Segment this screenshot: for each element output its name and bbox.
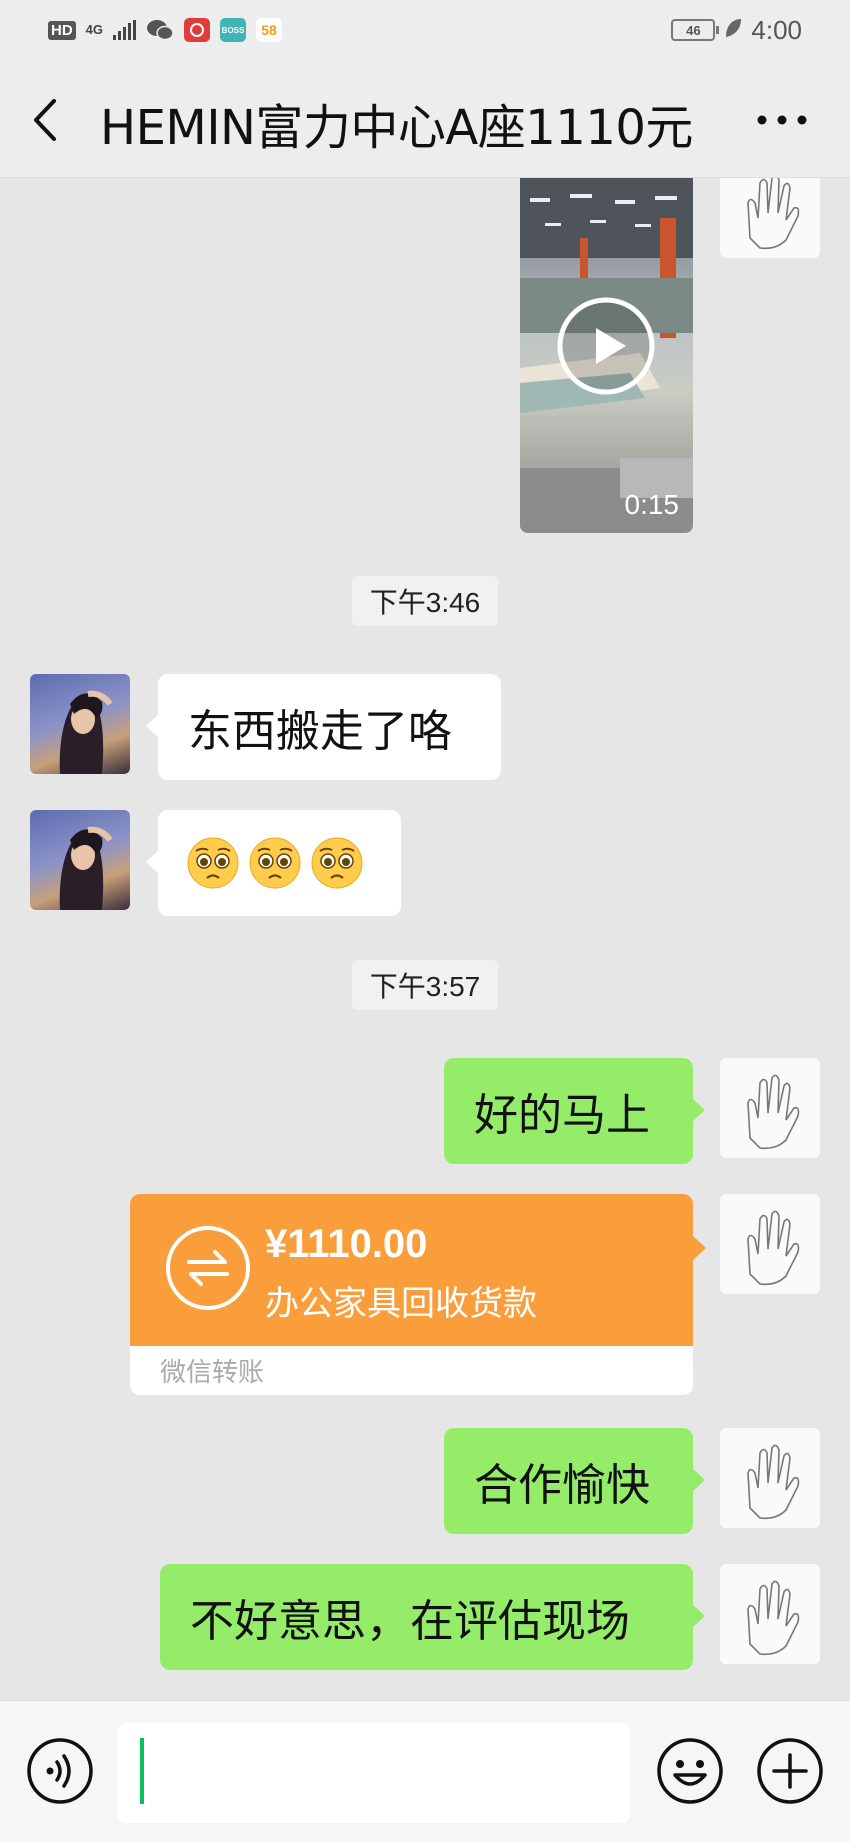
- message-bubble-incoming[interactable]: [146, 810, 401, 916]
- timestamp: 下午3:57: [352, 960, 498, 1010]
- avatar-self[interactable]: [720, 1564, 820, 1664]
- contact-photo: [59, 690, 113, 774]
- more-button[interactable]: [756, 110, 808, 130]
- battery-level: 46: [686, 22, 701, 38]
- transfer-bubble-tail: [693, 1236, 706, 1260]
- message-bubble-incoming[interactable]: 东西搬走了咯: [146, 674, 501, 780]
- hand-drawing-avatar: [747, 1210, 800, 1286]
- emoji-button[interactable]: [656, 1737, 724, 1805]
- message-text: 合作愉快: [474, 1460, 650, 1511]
- leaf-icon: [723, 17, 743, 43]
- play-icon[interactable]: [556, 296, 656, 396]
- pleading-face-emoji: [311, 837, 363, 889]
- chat-messages[interactable]: 0:15 下午3:46 东西搬走了咯 下午3:57 好的马上 ¥1110.00 …: [0, 178, 850, 1700]
- video-message[interactable]: 0:15: [520, 178, 693, 533]
- chat-title: HEMIN富力中心A座1110元: [100, 100, 693, 156]
- pleading-face-emoji: [187, 837, 239, 889]
- hd-indicator: HD: [48, 20, 76, 40]
- transfer-description: 办公家具回收货款: [265, 1284, 537, 1324]
- avatar-self[interactable]: [720, 1428, 820, 1528]
- message-input-bar: [0, 1700, 850, 1842]
- avatar-self[interactable]: [720, 1194, 820, 1294]
- message-text: 东西搬走了咯: [188, 706, 452, 757]
- message-bubble-outgoing[interactable]: 好的马上: [444, 1058, 705, 1164]
- text-cursor: [140, 1738, 144, 1804]
- transfer-amount: ¥1110.00: [265, 1222, 428, 1266]
- hand-drawing-avatar: [747, 1074, 800, 1150]
- more-dots-icon: [757, 115, 807, 125]
- avatar-contact[interactable]: [30, 674, 130, 774]
- voice-input-button[interactable]: [26, 1737, 94, 1805]
- chevron-left-icon: [34, 99, 56, 141]
- pleading-face-emoji: [249, 837, 301, 889]
- status-left: HD 4G BOSS 58: [48, 18, 283, 42]
- smiley-icon: [657, 1738, 723, 1804]
- hand-drawing-avatar: [747, 1580, 800, 1656]
- 58-icon: 58: [256, 18, 283, 42]
- network-type: 4G: [85, 22, 104, 37]
- avatar-self[interactable]: [720, 1058, 820, 1158]
- transfer-card[interactable]: ¥1110.00 办公家具回收货款 微信转账: [130, 1194, 693, 1395]
- signal-strength-icon: [113, 20, 137, 40]
- hand-drawing-avatar: [747, 1444, 800, 1520]
- transfer-source-label: 微信转账: [160, 1358, 265, 1388]
- hand-drawing-avatar: [747, 178, 800, 250]
- battery-icon: 46: [671, 19, 720, 41]
- transfer-arrows-icon: [166, 1226, 250, 1310]
- status-time: 4:00: [751, 14, 802, 45]
- avatar-self[interactable]: [720, 178, 820, 258]
- message-input[interactable]: [118, 1723, 630, 1823]
- more-actions-button[interactable]: [756, 1737, 824, 1805]
- status-right: 46 4:00: [671, 15, 802, 46]
- message-bubble-outgoing[interactable]: 不好意思，在评估现场: [160, 1564, 705, 1670]
- chat-header: HEMIN富力中心A座1110元: [0, 60, 850, 178]
- app-icon-red: [184, 18, 211, 42]
- video-duration: 0:15: [624, 489, 680, 520]
- timestamp: 下午3:46: [352, 576, 498, 626]
- avatar-contact[interactable]: [30, 810, 130, 910]
- status-bar: HD 4G BOSS 58 46 4:00: [0, 0, 850, 60]
- voice-icon: [27, 1738, 93, 1804]
- message-text: 好的马上: [474, 1090, 650, 1141]
- message-text: 不好意思，在评估现场: [190, 1596, 630, 1647]
- boss-icon: BOSS: [220, 18, 247, 42]
- back-button[interactable]: [28, 95, 68, 145]
- wechat-icon: [146, 18, 174, 42]
- contact-photo: [59, 826, 113, 910]
- message-bubble-outgoing[interactable]: 合作愉快: [444, 1428, 705, 1534]
- plus-icon: [757, 1738, 823, 1804]
